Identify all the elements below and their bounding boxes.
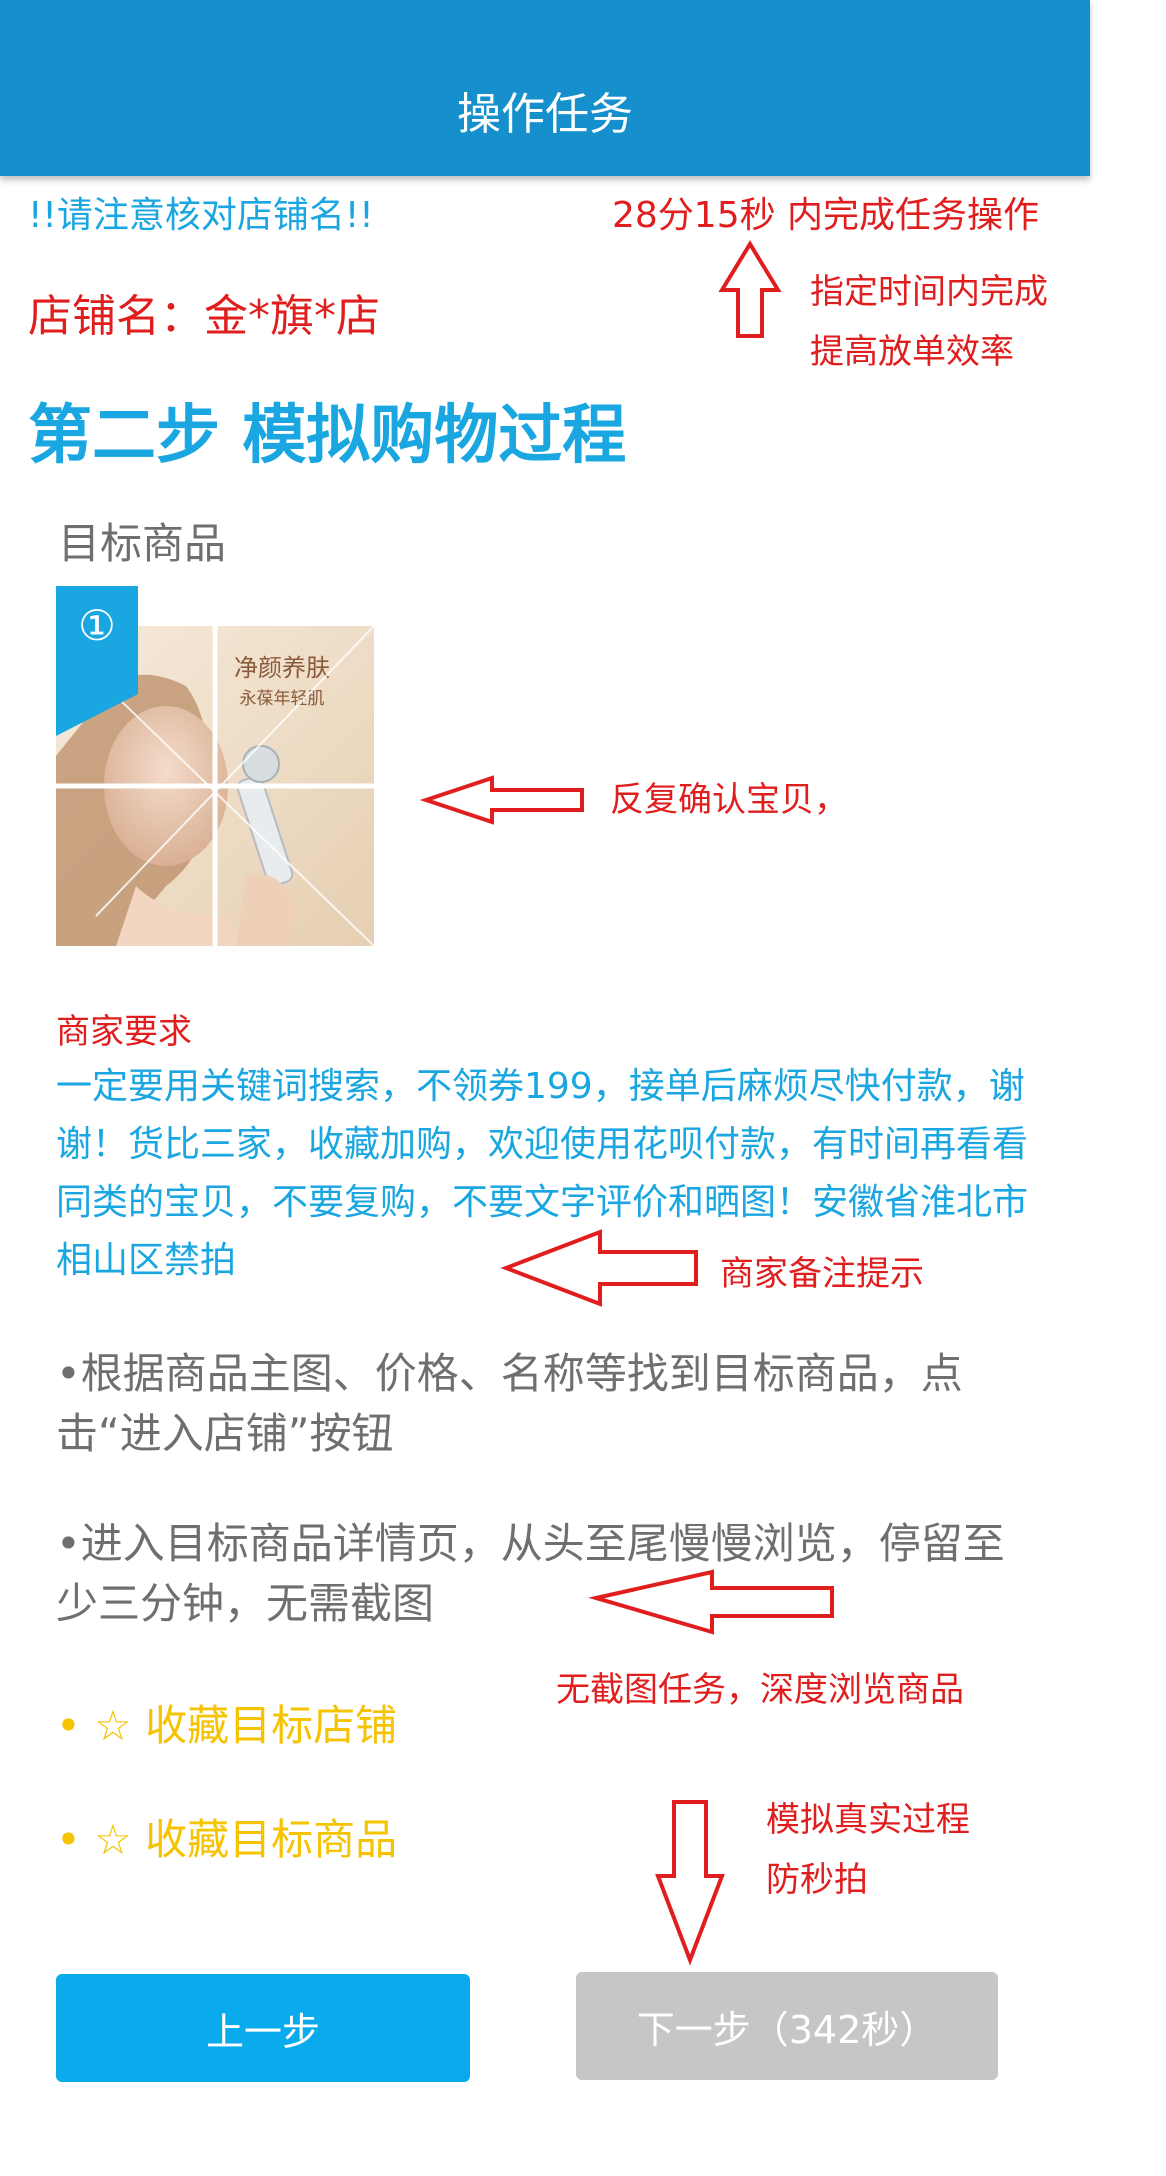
arrow-up-icon	[718, 240, 782, 338]
arrow-left-icon	[500, 1229, 698, 1307]
annotation-arrows	[419, 240, 834, 1966]
arrow-left-icon	[419, 775, 584, 825]
arrow-left-icon	[588, 1569, 834, 1635]
arrow-down-icon	[655, 1800, 725, 1966]
